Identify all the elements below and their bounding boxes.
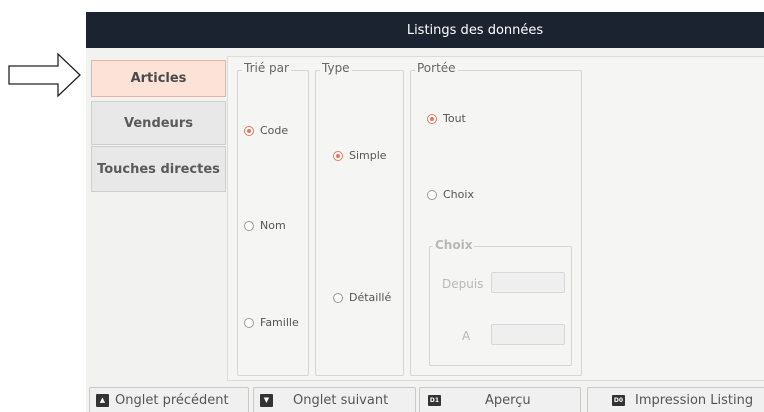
pointer-arrow-icon — [8, 52, 81, 98]
radio-selected-icon — [427, 113, 437, 124]
prev-tab-label: Onglet précédent — [115, 392, 229, 408]
listing-window: Listings des données Articles Vendeurs T… — [86, 12, 764, 412]
from-input[interactable] — [491, 272, 565, 293]
scope-choice-radio[interactable]: Choix — [427, 188, 474, 201]
radio-label: Choix — [443, 188, 474, 201]
options-panel: Trié par Code Nom Famille Type Simple Dé… — [227, 56, 764, 381]
radio-label: Code — [260, 124, 289, 137]
printer-arrow-icon: ▼ — [260, 393, 273, 407]
tab-touches-directes[interactable]: Touches directes — [91, 146, 226, 192]
next-tab-label: Onglet suivant — [293, 392, 389, 408]
next-tab-button[interactable]: ▼ Onglet suivant — [253, 387, 416, 412]
type-detailed-radio[interactable]: Détaillé — [333, 291, 391, 304]
radio-empty-icon — [333, 292, 343, 303]
sort-group-legend: Trié par — [242, 61, 291, 75]
choice-range-legend: Choix — [433, 238, 475, 252]
scope-all-radio[interactable]: Tout — [427, 112, 466, 125]
radio-empty-icon — [244, 317, 254, 328]
radio-selected-icon — [244, 125, 254, 136]
preview-label: Aperçu — [485, 392, 531, 408]
radio-label: Tout — [443, 112, 466, 125]
to-label: A — [462, 329, 471, 343]
type-group: Type Simple Détaillé — [315, 61, 404, 376]
printer-arrow-icon: ▲ — [96, 393, 109, 407]
radio-empty-icon — [244, 220, 254, 231]
print-listing-label: Impression Listing — [635, 392, 754, 408]
shortcut-d0-icon: D0 — [612, 394, 625, 406]
sort-group: Trié par Code Nom Famille — [237, 61, 309, 376]
radio-label: Nom — [260, 219, 286, 232]
shortcut-d1-icon: D1 — [428, 394, 441, 406]
sort-name-radio[interactable]: Nom — [244, 219, 286, 232]
prev-tab-button[interactable]: ▲ Onglet précédent — [89, 387, 249, 412]
scope-group: Portée Tout Choix Choix Depuis A — [410, 61, 582, 376]
radio-selected-icon — [333, 150, 343, 161]
tab-articles[interactable]: Articles — [91, 60, 226, 97]
radio-label: Famille — [260, 316, 299, 329]
sort-code-radio[interactable]: Code — [244, 124, 288, 137]
radio-label: Simple — [349, 149, 387, 162]
to-input[interactable] — [491, 324, 565, 345]
window-title: Listings des données — [406, 22, 544, 38]
choice-range-group: Choix Depuis A — [429, 238, 572, 366]
tab-vendeurs[interactable]: Vendeurs — [91, 101, 226, 145]
sort-family-radio[interactable]: Famille — [244, 316, 299, 329]
type-simple-radio[interactable]: Simple — [333, 149, 387, 162]
from-label: Depuis — [442, 277, 484, 291]
radio-empty-icon — [427, 189, 437, 200]
print-listing-button[interactable]: D0 Impression Listing — [587, 387, 764, 412]
radio-label: Détaillé — [349, 291, 392, 304]
type-group-legend: Type — [320, 61, 352, 75]
scope-group-legend: Portée — [415, 61, 458, 75]
title-bar: Listings des données — [86, 12, 764, 48]
preview-button[interactable]: D1 Aperçu — [419, 387, 581, 412]
